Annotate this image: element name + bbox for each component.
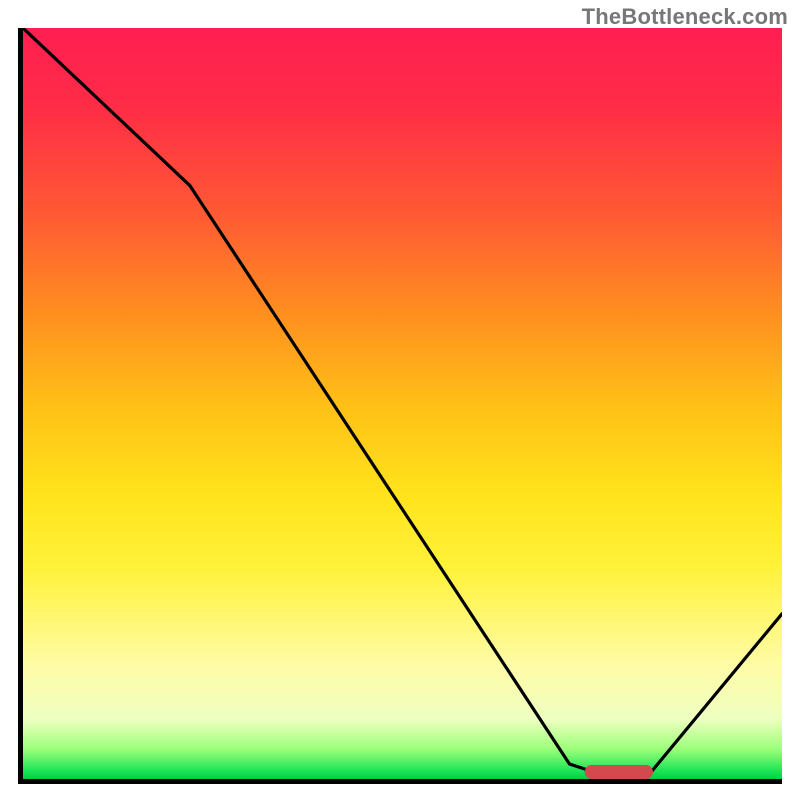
plot-area <box>18 28 782 784</box>
bottleneck-curve-path <box>23 28 782 779</box>
chart-stage: TheBottleneck.com <box>0 0 800 800</box>
chart-svg <box>23 28 782 779</box>
watermark-text: TheBottleneck.com <box>582 4 788 30</box>
optimal-range-marker <box>585 765 653 779</box>
